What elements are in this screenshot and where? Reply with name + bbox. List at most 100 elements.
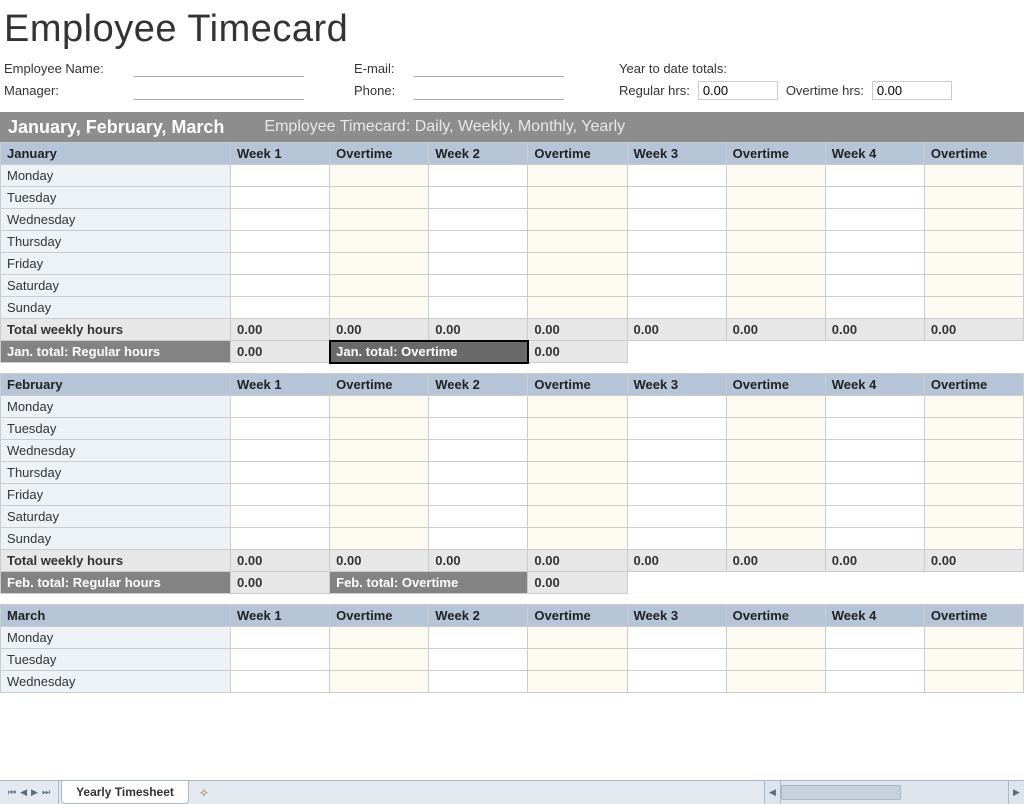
cell[interactable] [726,528,825,550]
cell[interactable] [231,165,330,187]
cell[interactable] [231,187,330,209]
cell[interactable] [825,440,924,462]
cell[interactable] [825,649,924,671]
cell[interactable] [825,506,924,528]
cell[interactable] [429,275,528,297]
jan-total-overtime-label[interactable]: Jan. total: Overtime [330,341,528,363]
cell[interactable] [429,506,528,528]
cell[interactable] [726,462,825,484]
cell[interactable] [528,418,627,440]
cell[interactable] [330,528,429,550]
cell[interactable] [528,528,627,550]
tab-first-icon[interactable]: ⏮ [6,787,18,798]
cell[interactable] [627,649,726,671]
regular-hrs-value[interactable] [698,81,778,100]
cell[interactable] [429,418,528,440]
cell[interactable] [627,253,726,275]
cell[interactable] [231,649,330,671]
cell[interactable] [627,187,726,209]
cell[interactable] [627,506,726,528]
cell[interactable] [627,440,726,462]
cell[interactable] [924,440,1023,462]
cell[interactable] [330,253,429,275]
employee-name-input[interactable] [134,59,304,77]
cell[interactable] [726,649,825,671]
cell[interactable] [825,253,924,275]
cell[interactable] [627,396,726,418]
cell[interactable] [330,627,429,649]
cell[interactable] [726,440,825,462]
cell[interactable] [528,627,627,649]
cell[interactable] [924,231,1023,253]
cell[interactable] [330,396,429,418]
cell[interactable] [231,209,330,231]
cell[interactable] [627,165,726,187]
cell[interactable] [726,253,825,275]
cell[interactable] [231,462,330,484]
cell[interactable] [231,440,330,462]
cell[interactable] [825,187,924,209]
cell[interactable] [330,484,429,506]
cell[interactable] [330,506,429,528]
cell[interactable] [924,297,1023,319]
cell[interactable] [924,462,1023,484]
manager-input[interactable] [134,82,304,100]
cell[interactable] [924,209,1023,231]
cell[interactable] [825,528,924,550]
cell[interactable] [528,671,627,693]
cell[interactable] [825,209,924,231]
cell[interactable] [627,297,726,319]
cell[interactable] [330,462,429,484]
cell[interactable] [924,418,1023,440]
cell[interactable] [627,627,726,649]
tab-prev-icon[interactable]: ◀ [18,787,29,798]
cell[interactable] [825,671,924,693]
cell[interactable] [726,297,825,319]
cell[interactable] [429,165,528,187]
cell[interactable] [924,187,1023,209]
cell[interactable] [627,418,726,440]
cell[interactable] [330,671,429,693]
cell[interactable] [726,484,825,506]
cell[interactable] [924,253,1023,275]
cell[interactable] [330,231,429,253]
cell[interactable] [924,649,1023,671]
cell[interactable] [726,671,825,693]
cell[interactable] [924,484,1023,506]
cell[interactable] [330,187,429,209]
cell[interactable] [924,671,1023,693]
cell[interactable] [924,165,1023,187]
cell[interactable] [429,209,528,231]
cell[interactable] [429,187,528,209]
cell[interactable] [528,440,627,462]
cell[interactable] [231,506,330,528]
cell[interactable] [726,165,825,187]
cell[interactable] [330,165,429,187]
phone-input[interactable] [414,82,564,100]
cell[interactable] [627,209,726,231]
cell[interactable] [924,528,1023,550]
cell[interactable] [528,253,627,275]
email-input[interactable] [414,59,564,77]
cell[interactable] [726,627,825,649]
cell[interactable] [924,275,1023,297]
cell[interactable] [330,649,429,671]
new-sheet-icon[interactable]: ✧ [191,781,217,804]
cell[interactable] [528,484,627,506]
cell[interactable] [627,462,726,484]
cell[interactable] [825,297,924,319]
sheet-tab-yearly-timesheet[interactable]: Yearly Timesheet [61,781,189,804]
scroll-right-icon[interactable]: ▶ [1008,781,1024,804]
cell[interactable] [429,528,528,550]
cell[interactable] [528,506,627,528]
cell[interactable] [627,484,726,506]
scroll-left-icon[interactable]: ◀ [765,781,781,804]
cell[interactable] [726,231,825,253]
cell[interactable] [726,187,825,209]
cell[interactable] [330,275,429,297]
cell[interactable] [825,165,924,187]
cell[interactable] [528,649,627,671]
cell[interactable] [231,275,330,297]
cell[interactable] [231,418,330,440]
tab-last-icon[interactable]: ⏭ [40,787,52,798]
